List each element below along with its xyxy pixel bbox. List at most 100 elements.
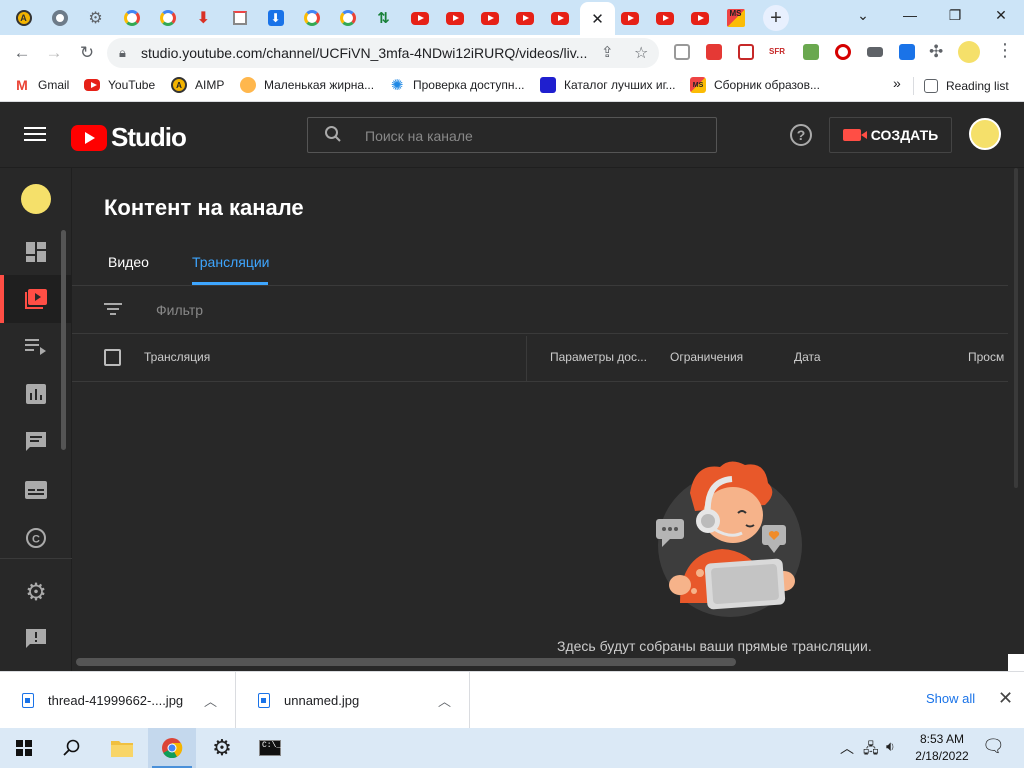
column-header-date[interactable]: Дата xyxy=(794,350,821,364)
bookmark-gmail[interactable]: M Gmail xyxy=(14,77,69,93)
tab-google-3[interactable] xyxy=(294,4,329,32)
channel-search-input[interactable]: Поиск на канале xyxy=(307,117,717,153)
download-item[interactable]: unnamed.jpg ︿ xyxy=(236,672,470,728)
window-close-button[interactable]: ✕ xyxy=(986,4,1016,26)
sidebar-item-settings[interactable]: ⚙ xyxy=(0,568,72,616)
tab-download-red[interactable]: ⬇ xyxy=(186,4,221,32)
column-header-restrictions[interactable]: Ограничения xyxy=(670,350,743,364)
tab-videos[interactable]: Видео xyxy=(108,254,149,270)
google-icon xyxy=(339,10,356,26)
help-icon[interactable]: ? xyxy=(790,124,812,146)
tab-youtube-3[interactable] xyxy=(472,4,507,32)
new-tab-button[interactable]: + xyxy=(763,5,789,31)
tab-chrome[interactable] xyxy=(42,4,77,32)
tab-youtube-8[interactable] xyxy=(682,4,717,32)
show-all-downloads-link[interactable]: Show all xyxy=(926,691,975,706)
sidebar-scrollbar[interactable] xyxy=(61,230,66,450)
tab-youtube-1[interactable] xyxy=(402,4,437,32)
tab-live[interactable]: Трансляции xyxy=(192,254,269,270)
tab-sort[interactable]: ⇅ xyxy=(366,4,401,32)
tab-youtube-6[interactable] xyxy=(612,4,647,32)
taskbar-terminal[interactable]: C:\_ xyxy=(246,728,294,768)
bookmark-aimp[interactable]: A AIMP xyxy=(171,77,224,93)
chevron-up-icon[interactable]: ︿ xyxy=(204,691,217,710)
column-header-visibility[interactable]: Параметры дос... xyxy=(550,350,647,364)
restore-button[interactable]: ❐ xyxy=(940,4,970,26)
extension-green-icon[interactable] xyxy=(803,44,819,60)
account-avatar[interactable] xyxy=(969,118,1001,150)
opera-icon[interactable] xyxy=(835,44,851,60)
filter-icon[interactable] xyxy=(104,302,122,316)
back-button[interactable]: ← xyxy=(8,39,36,67)
taskbar-file-explorer[interactable] xyxy=(98,728,146,768)
forward-button[interactable]: → xyxy=(40,39,68,67)
tab-search-button[interactable]: ⌄ xyxy=(848,4,878,26)
menu-kebab-icon[interactable]: ⋮ xyxy=(996,40,1014,61)
address-bar[interactable]: 🔒︎ studio.youtube.com/channel/UCFiVN_3mf… xyxy=(107,38,659,68)
start-button[interactable] xyxy=(0,728,48,768)
more-bookmarks-button[interactable]: » xyxy=(893,75,901,91)
youtube-icon xyxy=(655,11,674,25)
scrollbar-thumb[interactable] xyxy=(1014,168,1018,488)
channel-avatar[interactable] xyxy=(21,184,51,214)
bookmark-ms[interactable]: MS Сборник образов... xyxy=(690,77,820,93)
bookmark-catalog[interactable]: Каталог лучших иг... xyxy=(540,77,676,93)
download-item[interactable]: thread-41999662-....jpg ︿ xyxy=(0,672,236,728)
tab-download-blue[interactable]: ⬇ xyxy=(258,4,293,32)
sidebar-item-copyright[interactable]: C xyxy=(0,514,72,562)
notifications-icon[interactable]: 🗨︎ xyxy=(982,736,1005,757)
profile-avatar[interactable] xyxy=(958,41,980,63)
reading-list-button[interactable]: Reading list xyxy=(913,77,1009,95)
tab-aimp[interactable]: A xyxy=(6,4,41,32)
bookmark-flame[interactable]: Маленькая жирна... xyxy=(240,77,374,93)
volume-icon[interactable]: 🔉︎ xyxy=(886,738,895,755)
taskbar-search-button[interactable] xyxy=(48,728,96,768)
tab-page[interactable] xyxy=(222,4,257,32)
tab-active-studio[interactable]: ✕ xyxy=(580,2,615,35)
extension-card-icon[interactable] xyxy=(738,44,754,60)
extension-sfr-icon[interactable]: SFR xyxy=(769,47,789,63)
extensions-puzzle-icon[interactable]: ✣ xyxy=(929,42,943,62)
tab-google-2[interactable] xyxy=(150,4,185,32)
extension-page-icon[interactable] xyxy=(674,44,690,60)
vertical-scrollbar[interactable] xyxy=(1008,168,1024,671)
sidebar-item-feedback[interactable] xyxy=(0,615,72,663)
url-text[interactable]: studio.youtube.com/channel/UCFiVN_3mfa-4… xyxy=(141,45,591,61)
menu-hamburger-icon[interactable] xyxy=(24,124,46,144)
tab-youtube-5[interactable] xyxy=(542,4,577,32)
chevron-up-icon[interactable]: ︿ xyxy=(840,738,854,758)
content-icon xyxy=(25,289,47,309)
chevron-up-icon[interactable]: ︿ xyxy=(438,691,451,710)
tab-settings[interactable]: ⚙ xyxy=(78,4,113,32)
reload-button[interactable]: ↻ xyxy=(73,39,101,67)
bookmark-star-icon[interactable]: ☆ xyxy=(634,43,648,63)
folder-icon xyxy=(111,741,133,757)
empty-state-message: Здесь будут собраны ваши прямые трансляц… xyxy=(557,638,872,654)
studio-logo[interactable]: Studio xyxy=(71,122,187,153)
extension-red-icon[interactable] xyxy=(706,44,722,60)
tab-youtube-4[interactable] xyxy=(507,4,542,32)
system-clock[interactable]: 8:53 AM 2/18/2022 xyxy=(912,731,972,765)
horizontal-scrollbar[interactable] xyxy=(76,658,736,666)
extension-gamepad-icon[interactable] xyxy=(867,47,883,57)
bookmark-accessibility[interactable]: ✺ Проверка доступн... xyxy=(389,77,525,94)
tab-youtube-7[interactable] xyxy=(647,4,682,32)
extension-arrow-icon[interactable] xyxy=(899,44,915,60)
bookmark-youtube[interactable]: YouTube xyxy=(84,77,155,93)
tab-ms[interactable]: MS xyxy=(718,4,753,32)
tab-youtube-2[interactable] xyxy=(437,4,472,32)
taskbar-chrome[interactable] xyxy=(148,728,196,768)
column-header-stream[interactable]: Трансляция xyxy=(144,350,210,364)
network-icon[interactable]: 🖧︎ xyxy=(863,738,879,762)
close-icon[interactable]: ✕ xyxy=(591,10,604,28)
tab-google-1[interactable] xyxy=(114,4,149,32)
tab-google-4[interactable] xyxy=(330,4,365,32)
share-icon[interactable]: ⇪ xyxy=(601,43,614,61)
close-icon[interactable]: ✕ xyxy=(998,688,1013,709)
minimize-button[interactable]: — xyxy=(895,4,925,26)
select-all-checkbox[interactable] xyxy=(104,349,121,366)
sidebar-item-subtitles[interactable] xyxy=(0,466,72,514)
taskbar-settings[interactable]: ⚙ xyxy=(198,728,246,768)
column-header-views[interactable]: Просм xyxy=(968,350,1004,364)
create-button[interactable]: СОЗДАТЬ xyxy=(829,117,952,153)
